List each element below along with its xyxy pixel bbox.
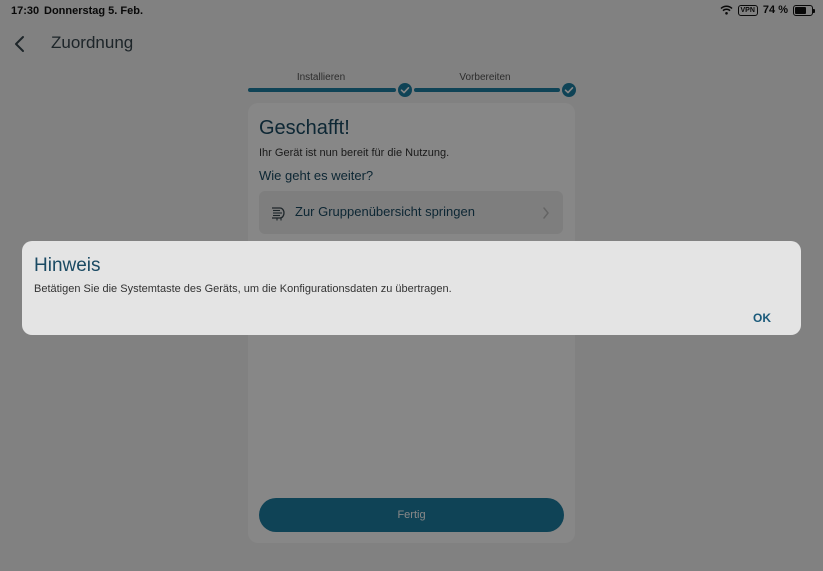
dialog-title: Hinweis — [34, 255, 101, 276]
dialog-message: Betätigen Sie die Systemtaste des Geräts… — [34, 283, 452, 295]
ok-button[interactable]: OK — [749, 308, 775, 328]
notice-dialog: Hinweis Betätigen Sie die Systemtaste de… — [22, 241, 801, 335]
